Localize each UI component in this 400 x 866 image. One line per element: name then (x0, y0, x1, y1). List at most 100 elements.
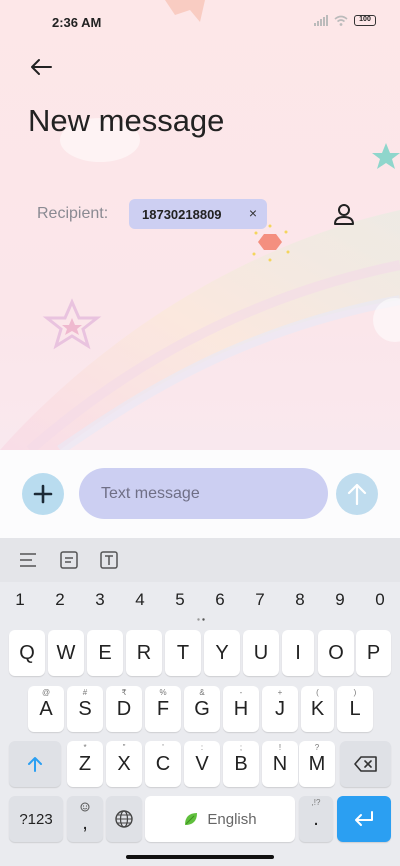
key-x[interactable]: " X (106, 741, 142, 787)
text-format-icon[interactable] (99, 550, 119, 570)
key-hint: : (200, 743, 204, 752)
key-v[interactable]: :V (184, 741, 220, 787)
back-arrow-icon (31, 59, 52, 75)
comma-label: , (82, 811, 88, 834)
comma-key[interactable]: , (67, 796, 103, 842)
key-hint: ! (278, 743, 282, 752)
clipboard-icon[interactable] (59, 550, 79, 570)
space-key[interactable]: English (145, 796, 295, 842)
key-label: B (234, 752, 248, 775)
key-label: N (272, 752, 288, 775)
key-hint: ; (239, 743, 243, 752)
message-input[interactable] (79, 468, 328, 519)
key-label: M (308, 752, 326, 775)
period-label: . (313, 807, 319, 830)
key-n[interactable]: ! N (262, 741, 298, 787)
page-dots-icon (197, 618, 205, 621)
key-5[interactable]: 5 (170, 590, 190, 610)
key-8[interactable]: 8 (290, 590, 310, 610)
add-attachment-button[interactable] (22, 473, 64, 515)
shift-icon (28, 757, 42, 772)
backspace-key[interactable] (340, 741, 391, 787)
key-r[interactable]: R (126, 630, 162, 676)
status-icons: 100 (314, 15, 376, 26)
key-hint: * (83, 743, 87, 752)
key-u[interactable]: U (243, 630, 279, 676)
key-1[interactable]: 1 (10, 590, 30, 610)
period-key[interactable]: ,!? . (299, 796, 333, 842)
plus-icon (33, 484, 53, 504)
enter-key[interactable] (337, 796, 391, 842)
key-hint: " (122, 743, 126, 752)
signal-icon (314, 15, 328, 26)
key-i[interactable]: I (282, 630, 314, 676)
key-label: Z (78, 752, 92, 775)
key-b[interactable]: ; B (223, 741, 259, 787)
key-label: A (39, 697, 53, 720)
key-o[interactable]: O (318, 630, 354, 676)
key-6[interactable]: 6 (210, 590, 230, 610)
key-j[interactable]: + J (262, 686, 298, 732)
key-c[interactable]: ' C (145, 741, 181, 787)
key-hint: - (239, 688, 243, 697)
key-hint: ? (314, 743, 320, 752)
key-label: S (78, 697, 92, 720)
key-hint: ₹ (121, 688, 127, 697)
home-indicator[interactable] (126, 855, 274, 859)
key-h[interactable]: -H (223, 686, 259, 732)
key-label: H (233, 697, 249, 720)
key-hint: + (277, 688, 283, 697)
contact-picker-button[interactable] (331, 201, 357, 227)
key-hint: ' (162, 743, 164, 752)
key-label: L (349, 697, 361, 720)
page-title: New message (28, 103, 225, 138)
key-7[interactable]: 7 (250, 590, 270, 610)
globe-icon (115, 810, 133, 828)
remove-recipient-icon[interactable]: × (249, 205, 257, 221)
space-label: English (207, 810, 257, 828)
key-f[interactable]: % F (145, 686, 181, 732)
key-k[interactable]: (K (301, 686, 334, 732)
leaf-icon (185, 813, 198, 825)
key-hint: % (159, 688, 167, 697)
menu-lines-icon[interactable] (18, 550, 38, 570)
key-label: J (275, 697, 285, 720)
send-arrow-icon (347, 483, 367, 505)
language-key[interactable] (106, 796, 142, 842)
key-4[interactable]: 4 (130, 590, 150, 610)
key-q[interactable]: Q (9, 630, 45, 676)
status-time: 2:36 AM (52, 15, 102, 30)
key-t[interactable]: T (165, 630, 201, 676)
send-button[interactable] (336, 473, 378, 515)
key-s[interactable]: # S (67, 686, 103, 732)
key-hint: ,!? (311, 798, 321, 807)
key-p[interactable]: P (356, 630, 391, 676)
key-3[interactable]: 3 (90, 590, 110, 610)
key-9[interactable]: 9 (330, 590, 350, 610)
key-a[interactable]: @ A (28, 686, 64, 732)
key-w[interactable]: W (48, 630, 84, 676)
key-0[interactable]: 0 (370, 590, 390, 610)
key-e[interactable]: E (87, 630, 123, 676)
wifi-icon (334, 15, 348, 26)
key-label: F (156, 697, 170, 720)
recipient-chip-number: 18730218809 (142, 206, 222, 222)
key-m[interactable]: ? M (299, 741, 335, 787)
key-g[interactable]: & G (184, 686, 220, 732)
key-l[interactable]: ) L (337, 686, 373, 732)
enter-icon (355, 811, 373, 826)
back-button[interactable] (26, 54, 56, 80)
recipient-chip[interactable]: 18730218809 × (129, 199, 267, 229)
symbols-key[interactable]: ?123 (9, 796, 63, 842)
key-label: G (194, 697, 210, 720)
key-2[interactable]: 2 (50, 590, 70, 610)
key-d[interactable]: ₹ D (106, 686, 142, 732)
shift-key[interactable] (9, 741, 61, 787)
number-row: 1 2 3 4 5 6 7 8 9 0 (0, 590, 400, 616)
key-hint: # (82, 688, 88, 697)
key-label: K (310, 697, 325, 720)
key-hint: & (199, 688, 205, 697)
key-y[interactable]: Y (204, 630, 240, 676)
key-z[interactable]: * Z (67, 741, 103, 787)
key-label: V (195, 752, 209, 775)
